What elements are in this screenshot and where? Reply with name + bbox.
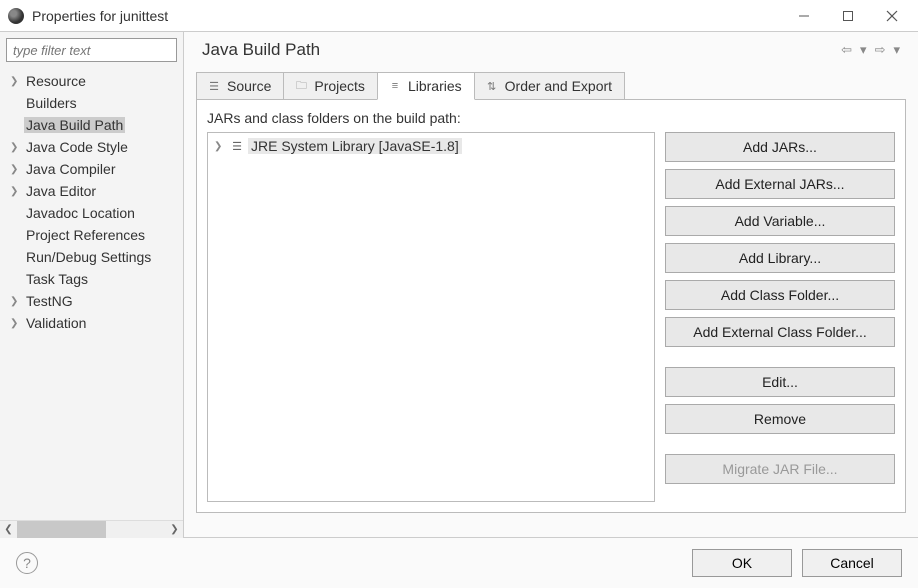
sidebar-item[interactable]: ❯Run/Debug Settings <box>0 246 183 268</box>
source-icon: ☰ <box>207 79 221 93</box>
sidebar-item-label: Javadoc Location <box>24 205 137 221</box>
nav-back-menu-icon[interactable]: ▾ <box>858 42 869 58</box>
sidebar-item-label: Java Compiler <box>24 161 117 177</box>
projects-icon: 🗀 <box>294 79 308 93</box>
edit-button[interactable]: Edit... <box>665 367 895 397</box>
tab-label: Order and Export <box>505 78 612 94</box>
footer: ? OK Cancel <box>0 538 918 588</box>
scroll-right-icon[interactable]: ❯ <box>166 521 183 538</box>
tab-label: Source <box>227 78 271 94</box>
add-external-jars-button[interactable]: Add External JARs... <box>665 169 895 199</box>
sidebar-item[interactable]: ❯Task Tags <box>0 268 183 290</box>
help-icon[interactable]: ? <box>16 552 38 574</box>
sidebar-item[interactable]: ❯Validation <box>0 312 183 334</box>
sidebar: ❯Resource❯Builders❯Java Build Path❯Java … <box>0 32 184 537</box>
migrate-jar-button[interactable]: Migrate JAR File... <box>665 454 895 484</box>
eclipse-icon <box>8 8 24 24</box>
sidebar-item-label: Java Editor <box>24 183 98 199</box>
window-title: Properties for junittest <box>32 8 782 24</box>
remove-button[interactable]: Remove <box>665 404 895 434</box>
scrollbar-thumb[interactable] <box>17 521 106 538</box>
cancel-button[interactable]: Cancel <box>802 549 902 577</box>
sidebar-item-label: Resource <box>24 73 88 89</box>
nav-forward-menu-icon[interactable]: ▾ <box>891 42 902 58</box>
nav-back-icon[interactable]: ⇦ <box>839 42 854 58</box>
minimize-button[interactable] <box>782 2 826 30</box>
sidebar-item[interactable]: ❯TestNG <box>0 290 183 312</box>
sidebar-item[interactable]: ❯Project References <box>0 224 183 246</box>
sidebar-item[interactable]: ❯Javadoc Location <box>0 202 183 224</box>
page-title: Java Build Path <box>202 40 839 60</box>
sidebar-item[interactable]: ❯Java Compiler <box>0 158 183 180</box>
maximize-button[interactable] <box>826 2 870 30</box>
chevron-right-icon[interactable]: ❯ <box>10 164 22 175</box>
sidebar-item-label: Validation <box>24 315 88 331</box>
tabpanel-libraries: JARs and class folders on the build path… <box>196 99 906 513</box>
sidebar-item-label: Project References <box>24 227 147 243</box>
add-class-folder-button[interactable]: Add Class Folder... <box>665 280 895 310</box>
tab[interactable]: ☰ Source <box>196 72 284 100</box>
add-jars-button[interactable]: Add JARs... <box>665 132 895 162</box>
chevron-right-icon[interactable]: ❯ <box>10 318 22 329</box>
ok-button[interactable]: OK <box>692 549 792 577</box>
tab[interactable]: ⇅ Order and Export <box>474 72 625 100</box>
order-icon: ⇅ <box>485 79 499 93</box>
sidebar-item[interactable]: ❯Resource <box>0 70 183 92</box>
sidebar-item[interactable]: ❯Java Build Path <box>0 114 183 136</box>
libraries-icon: ≡ <box>388 79 402 93</box>
chevron-right-icon[interactable]: ❯ <box>214 141 226 152</box>
libraries-list[interactable]: ❯ ☰ JRE System Library [JavaSE-1.8] <box>207 132 655 502</box>
tab-label: Projects <box>314 78 365 94</box>
sidebar-item[interactable]: ❯Java Editor <box>0 180 183 202</box>
window-buttons <box>782 2 914 30</box>
chevron-right-icon[interactable]: ❯ <box>10 76 22 87</box>
tabs: ☰ Source 🗀 Projects ≡ Libraries ⇅ Order and Exp… <box>196 72 906 100</box>
chevron-right-icon[interactable]: ❯ <box>10 142 22 153</box>
buttons-column: Add JARs... Add External JARs... Add Var… <box>665 132 895 502</box>
sidebar-item-label: Java Code Style <box>24 139 130 155</box>
sidebar-item-label: TestNG <box>24 293 75 309</box>
tab[interactable]: 🗀 Projects <box>283 72 378 100</box>
filter-input[interactable] <box>6 38 177 62</box>
titlebar: Properties for junittest <box>0 0 918 32</box>
sidebar-h-scrollbar[interactable]: ❮ ❯ <box>0 520 183 537</box>
panel-description: JARs and class folders on the build path… <box>207 110 895 126</box>
content-area: Java Build Path ⇦ ▾ ⇨ ▾ ☰ Source 🗀 Projects… <box>184 32 918 537</box>
scroll-left-icon[interactable]: ❮ <box>0 521 17 538</box>
sidebar-item-label: Run/Debug Settings <box>24 249 153 265</box>
tab[interactable]: ≡ Libraries <box>377 72 475 100</box>
sidebar-item[interactable]: ❯Builders <box>0 92 183 114</box>
sidebar-item-label: Java Build Path <box>24 117 125 133</box>
add-external-class-folder-button[interactable]: Add External Class Folder... <box>665 317 895 347</box>
close-button[interactable] <box>870 2 914 30</box>
library-icon: ☰ <box>230 140 244 152</box>
nav-arrows: ⇦ ▾ ⇨ ▾ <box>839 42 902 58</box>
chevron-right-icon[interactable]: ❯ <box>10 296 22 307</box>
sidebar-tree: ❯Resource❯Builders❯Java Build Path❯Java … <box>0 68 183 520</box>
sidebar-item[interactable]: ❯Java Code Style <box>0 136 183 158</box>
add-library-button[interactable]: Add Library... <box>665 243 895 273</box>
nav-forward-icon[interactable]: ⇨ <box>873 42 888 58</box>
sidebar-item-label: Builders <box>24 95 79 111</box>
sidebar-item-label: Task Tags <box>24 271 90 287</box>
chevron-right-icon[interactable]: ❯ <box>10 186 22 197</box>
tab-label: Libraries <box>408 78 462 94</box>
add-variable-button[interactable]: Add Variable... <box>665 206 895 236</box>
library-label: JRE System Library [JavaSE-1.8] <box>248 138 462 154</box>
library-entry[interactable]: ❯ ☰ JRE System Library [JavaSE-1.8] <box>212 137 650 155</box>
